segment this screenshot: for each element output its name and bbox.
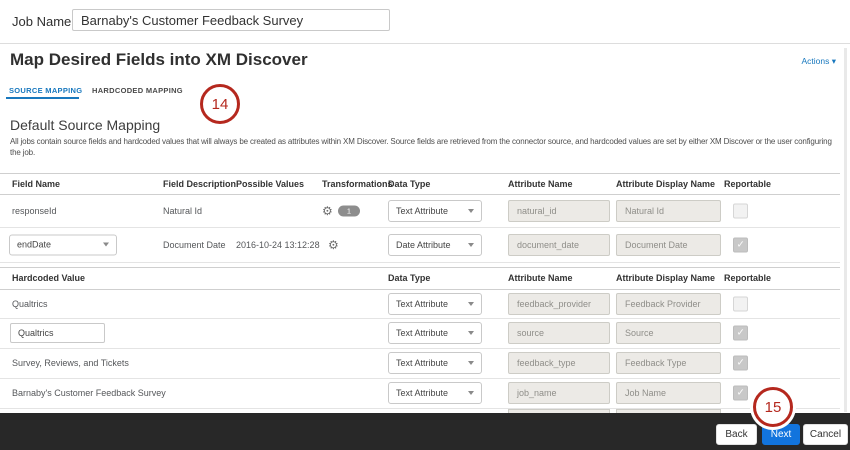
connector-setup-page: Job Name Map Desired Fields into XM Disc… [0,0,850,450]
attribute-name-field: natural_id [508,200,610,222]
hardcoded-row-feedback-provider: Qualtrics Text Attribute feedback_provid… [0,289,850,318]
attribute-display-name-field: Feedback Type [616,352,721,374]
annotation-step-14-number: 14 [212,96,229,113]
col-header-hardcoded-value: Hardcoded Value [12,273,85,283]
data-type-select[interactable]: Text Attribute [388,200,482,222]
col-header-reportable: Reportable [724,273,771,283]
col-header-data-type: Data Type [388,273,430,283]
data-type-select-value: Text Attribute [396,299,448,309]
hardcoded-table-header-row: Hardcoded Value Data Type Attribute Name… [0,267,850,289]
data-type-select-value: Text Attribute [396,358,448,368]
reportable-checkbox[interactable] [733,203,748,218]
attribute-display-name-field: Feedback Provider [616,293,721,315]
col-header-attribute-display-name: Attribute Display Name [616,179,715,189]
attribute-display-name-field: Job Name [616,382,721,404]
data-type-select[interactable]: Date Attribute [388,234,482,256]
actions-menu-button[interactable]: Actions ▾ [801,56,836,67]
source-row-enddate: endDate Document Date 2016-10-24 13:12:2… [0,227,850,262]
next-button[interactable]: Next [762,424,800,445]
annotation-step-15: 15 [753,387,793,427]
attribute-name-field: document_date [508,234,610,256]
col-header-data-type: Data Type [388,179,430,189]
scrollbar[interactable] [844,48,847,412]
chevron-down-icon [103,243,109,247]
section-title: Default Source Mapping [10,117,160,133]
cancel-button[interactable]: Cancel [803,424,848,445]
col-header-attribute-name: Attribute Name [508,273,573,283]
reportable-checkbox[interactable] [733,386,748,401]
attribute-name-field: feedback_provider [508,293,610,315]
job-name-label: Job Name [12,14,71,29]
possible-values-text: 2016-10-24 13:12:28 [236,240,320,250]
field-name-text: responseId [12,206,57,216]
data-type-select[interactable]: Text Attribute [388,382,482,404]
data-type-select-value: Text Attribute [396,388,448,398]
chevron-down-icon [468,361,474,365]
chevron-down-icon [468,209,474,213]
chevron-down-icon [468,391,474,395]
col-header-transformations: Transformations [322,179,393,189]
hardcoded-row-feedback-type: Survey, Reviews, and Tickets Text Attrib… [0,348,850,378]
attribute-display-name-field: Source [616,322,721,344]
section-description: All jobs contain source fields and hardc… [10,137,840,158]
hardcoded-value-text: Barnaby's Customer Feedback Survey [12,388,166,398]
chevron-down-icon [468,302,474,306]
reportable-checkbox[interactable] [733,326,748,341]
source-row-responseid: responseId Natural Id ⚙ 1 Text Attribute… [0,194,850,227]
data-type-select[interactable]: Text Attribute [388,293,482,315]
reportable-checkbox[interactable] [733,356,748,371]
transformations-count-badge: 1 [338,205,360,216]
field-name-select-value: endDate [17,240,51,250]
col-header-reportable: Reportable [724,179,771,189]
attribute-display-name-field: Natural Id [616,200,721,222]
active-tab-underline [6,97,79,99]
data-type-select[interactable]: Text Attribute [388,352,482,374]
attribute-name-field: source [508,322,610,344]
data-type-select[interactable]: Text Attribute [388,322,482,344]
data-type-select-value: Text Attribute [396,206,448,216]
col-header-attribute-display-name: Attribute Display Name [616,273,715,283]
transformations-gear-icon[interactable]: ⚙ [322,205,333,217]
data-type-select-value: Text Attribute [396,328,448,338]
field-description-text: Natural Id [163,206,202,216]
attribute-name-field: feedback_type [508,352,610,374]
chevron-down-icon [468,331,474,335]
col-header-field-name: Field Name [12,179,60,189]
source-table-header-row: Field Name Field Description Possible Va… [0,173,850,194]
hardcoded-value-text: Survey, Reviews, and Tickets [12,358,129,368]
col-header-possible-values: Possible Values [236,179,304,189]
tab-source-mapping[interactable]: SOURCE MAPPING [9,86,82,95]
col-header-attribute-name: Attribute Name [508,179,573,189]
hardcoded-row-job-name: Barnaby's Customer Feedback Survey Text … [0,378,850,408]
back-button[interactable]: Back [716,424,757,445]
transformations-gear-icon[interactable]: ⚙ [328,239,339,251]
field-name-select[interactable]: endDate [9,234,117,255]
hardcoded-value-text: Qualtrics [12,299,48,309]
annotation-step-15-number: 15 [765,399,782,416]
chevron-down-icon [468,243,474,247]
source-table-bottom-border [0,262,840,263]
annotation-step-14: 14 [200,84,240,124]
top-divider [0,43,850,44]
footer-bar: Back Next Cancel [0,413,850,450]
job-name-input[interactable] [72,9,390,31]
reportable-checkbox[interactable] [733,237,748,252]
field-description-text: Document Date [163,240,226,250]
attribute-display-name-field: Document Date [616,234,721,256]
data-type-select-value: Date Attribute [396,240,451,250]
hardcoded-value-input[interactable] [10,323,105,343]
col-header-field-description: Field Description [163,179,236,189]
attribute-name-field: job_name [508,382,610,404]
page-title: Map Desired Fields into XM Discover [10,50,308,70]
hardcoded-row-source: Text Attribute source Source [0,318,850,348]
tab-hardcoded-mapping[interactable]: HARDCODED MAPPING [92,86,183,95]
reportable-checkbox[interactable] [733,296,748,311]
